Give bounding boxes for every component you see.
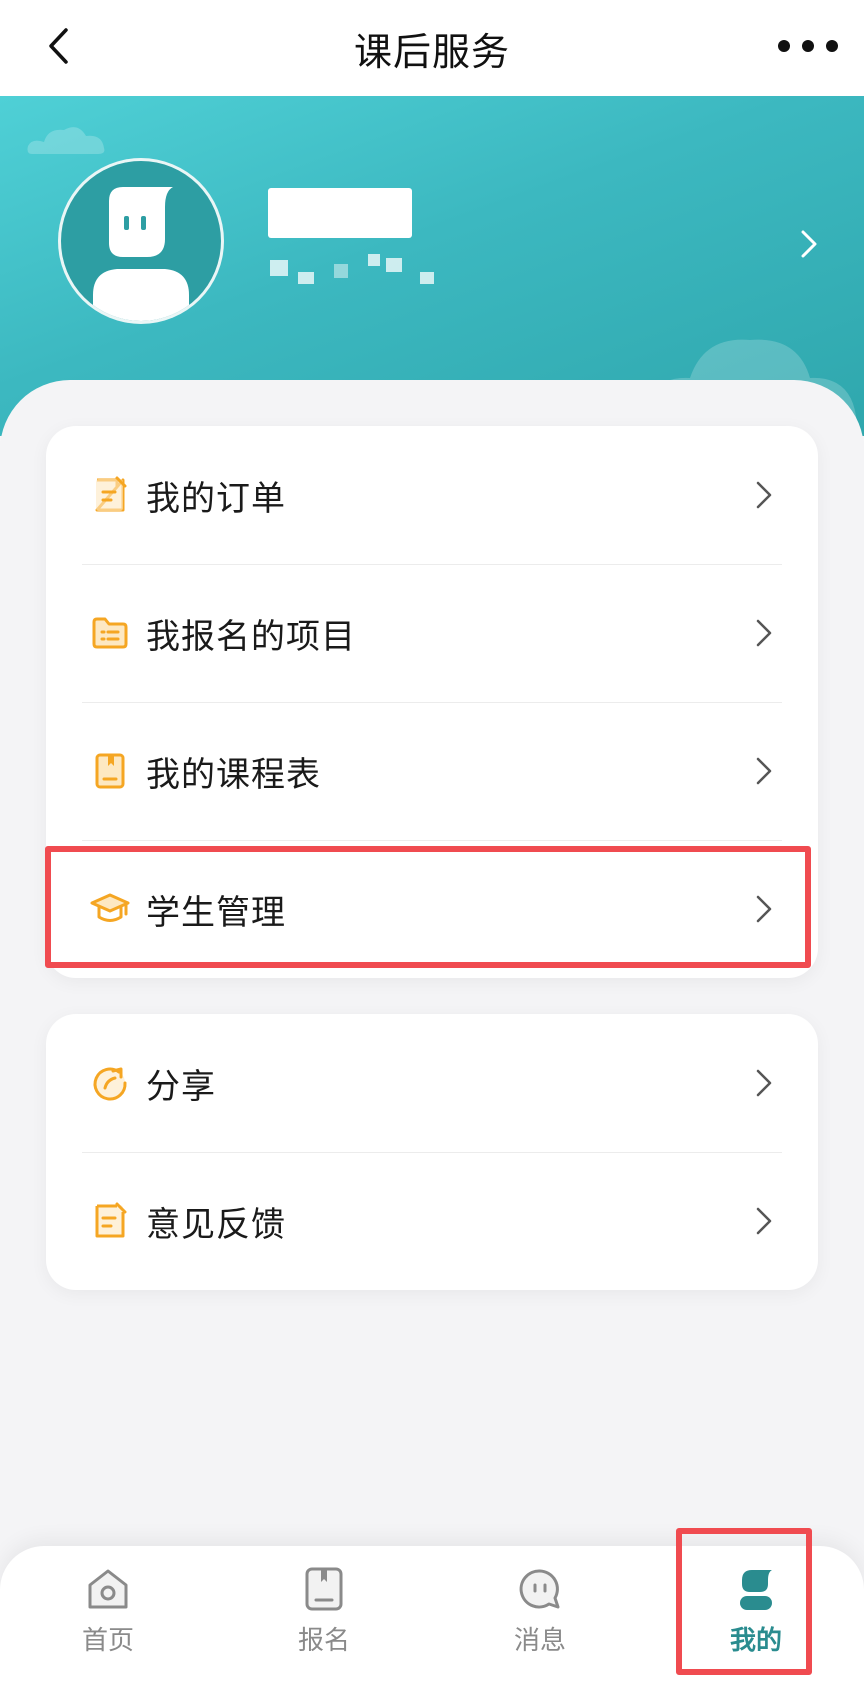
chevron-right-icon[interactable] bbox=[794, 224, 824, 264]
more-menu-button[interactable] bbox=[778, 26, 838, 66]
chevron-right-icon bbox=[756, 1069, 772, 1097]
menu-item-label: 意见反馈 bbox=[146, 1204, 286, 1245]
tab-label: 消息 bbox=[513, 1626, 566, 1656]
chevron-right-icon bbox=[756, 1207, 772, 1235]
avatar-robot-icon bbox=[93, 187, 189, 321]
chevron-right-icon bbox=[756, 757, 772, 785]
avatar[interactable] bbox=[58, 158, 224, 324]
tab-home[interactable]: 首页 bbox=[33, 1566, 183, 1666]
highlight-box-student-management bbox=[45, 846, 811, 968]
more-dot-icon bbox=[802, 40, 814, 52]
menu-item-label: 我的课程表 bbox=[146, 754, 321, 795]
signup-icon bbox=[301, 1566, 347, 1612]
tab-signup[interactable]: 报名 bbox=[249, 1566, 399, 1666]
tab-label: 报名 bbox=[297, 1626, 350, 1656]
cloud-decoration-icon bbox=[27, 127, 105, 154]
more-dot-icon bbox=[826, 40, 838, 52]
menu-item-enrolled-projects[interactable]: 我报名的项目 bbox=[46, 564, 818, 702]
back-arrow-icon bbox=[49, 28, 68, 64]
folder-list-icon bbox=[90, 613, 130, 653]
menu-item-orders[interactable]: 我的订单 bbox=[46, 426, 818, 564]
schedule-icon bbox=[90, 751, 130, 791]
share-icon bbox=[90, 1063, 130, 1103]
back-button[interactable] bbox=[34, 22, 82, 70]
page-title: 课后服务 bbox=[353, 29, 510, 74]
menu-item-label: 我的订单 bbox=[146, 478, 286, 519]
menu-card-secondary: 分享 意见反馈 bbox=[46, 1014, 818, 1290]
menu-item-label: 我报名的项目 bbox=[146, 616, 356, 657]
order-icon bbox=[90, 475, 130, 515]
profile-subtitle-redacted bbox=[270, 254, 440, 286]
home-icon bbox=[85, 1566, 131, 1612]
nav-bar: 课后服务 bbox=[0, 0, 864, 96]
chevron-right-icon bbox=[756, 619, 772, 647]
menu-item-share[interactable]: 分享 bbox=[46, 1014, 818, 1152]
message-icon bbox=[517, 1566, 563, 1612]
tab-messages[interactable]: 消息 bbox=[465, 1566, 615, 1666]
feedback-icon bbox=[90, 1201, 130, 1241]
highlight-box-mine-tab bbox=[676, 1528, 812, 1675]
menu-item-label: 分享 bbox=[146, 1066, 216, 1107]
more-dot-icon bbox=[778, 40, 790, 52]
profile-name-redacted bbox=[268, 188, 412, 238]
menu-item-schedule[interactable]: 我的课程表 bbox=[46, 702, 818, 840]
tab-label: 首页 bbox=[81, 1626, 134, 1656]
menu-item-feedback[interactable]: 意见反馈 bbox=[46, 1152, 818, 1290]
chevron-right-icon bbox=[756, 481, 772, 509]
